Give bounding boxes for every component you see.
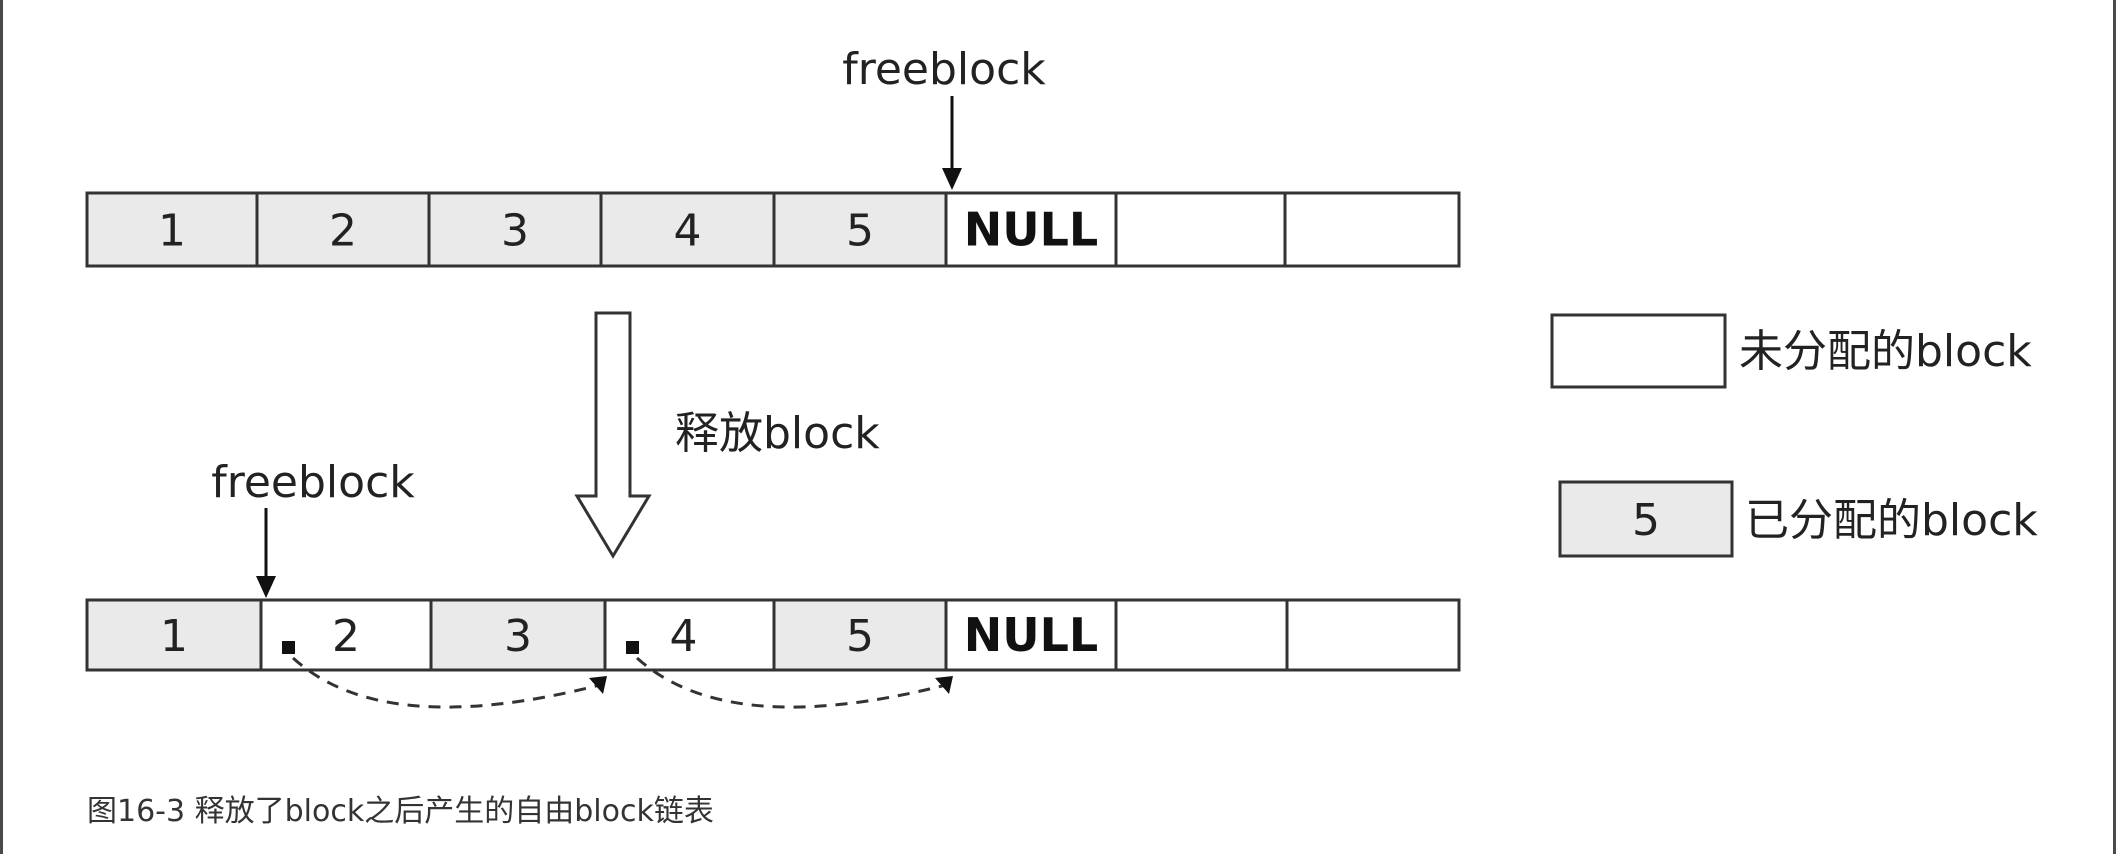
top-block-row: 1 2 3 4 5 NULL xyxy=(85,191,1461,268)
release-transition-arrow xyxy=(574,311,652,559)
legend-allocated-sample: 5 xyxy=(1632,495,1660,546)
bottom-freeblock-label: freeblock xyxy=(211,457,415,508)
figure-caption: 图16-3 释放了block之后产生的自由block链表 xyxy=(87,794,714,829)
top_row-cell-6-label: NULL xyxy=(964,203,1098,257)
diagram-frame: 1 2 3 4 5 NULL freeblock 释放block freeblock 1 2… xyxy=(0,0,2116,854)
top_row-cell-4-label: 4 xyxy=(674,206,702,257)
release-block-label: 释放block xyxy=(675,408,880,459)
bottom-freeblock-arrowhead xyxy=(256,576,276,598)
top_row-cell-2-label: 2 xyxy=(329,206,357,257)
top_row-cell-7 xyxy=(1114,191,1287,268)
legend-free-swatch xyxy=(1550,313,1727,389)
bottom_row-cell-6-label: NULL xyxy=(964,608,1098,662)
block-4-next-pointer xyxy=(626,641,639,654)
legend-allocated-label: 已分配的block xyxy=(1745,495,2038,546)
bottom_row-cell-7 xyxy=(1114,598,1289,672)
bottom_row-cell-3-label: 3 xyxy=(504,611,532,662)
legend: 未分配的block 5 已分配的block xyxy=(1550,313,2038,558)
bottom_row-cell-4-label: 4 xyxy=(670,611,698,662)
top_row-cell-5-label: 5 xyxy=(846,206,874,257)
link-arrow-4-to-null-head xyxy=(935,676,953,694)
top-freeblock-label: freeblock xyxy=(842,44,1046,95)
bottom_row-cell-2-label: 2 xyxy=(332,611,360,662)
block-2-next-pointer xyxy=(282,641,295,654)
link-arrow-2-to-4-head xyxy=(589,676,607,694)
top-freeblock-arrowhead xyxy=(942,168,962,190)
bottom_row-cell-5-label: 5 xyxy=(846,611,874,662)
legend-free-label: 未分配的block xyxy=(1739,326,2032,377)
bottom_row-cell-8 xyxy=(1285,598,1461,672)
top_row-cell-3-label: 3 xyxy=(501,206,529,257)
bottom_row-cell-1-label: 1 xyxy=(160,611,188,662)
top_row-cell-1-label: 1 xyxy=(158,206,186,257)
top_row-cell-8 xyxy=(1283,191,1461,268)
freeblock-diagram: 1 2 3 4 5 NULL freeblock 释放block freeblock 1 2… xyxy=(85,44,2038,709)
